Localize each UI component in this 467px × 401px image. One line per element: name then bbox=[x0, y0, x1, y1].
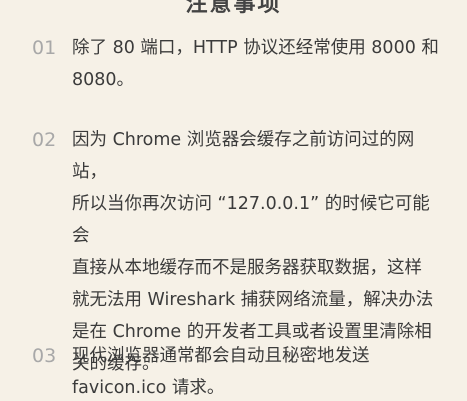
note-text: 现代浏览器通常都会自动且秘密地发送 favicon.ico 请求。 bbox=[72, 346, 370, 398]
note-number: 03 bbox=[32, 345, 57, 367]
note-number: 01 bbox=[32, 37, 57, 59]
section-title: 注意事项 bbox=[185, 0, 282, 17]
note-text: 除了 80 端口，HTTP 协议还经常使用 8000 和 8080。 bbox=[72, 38, 439, 90]
note-item: 03 现代浏览器通常都会自动且秘密地发送 favicon.ico 请求。 bbox=[32, 340, 447, 401]
note-item: 01 除了 80 端口，HTTP 协议还经常使用 8000 和 8080。 bbox=[32, 32, 447, 96]
note-number: 02 bbox=[32, 129, 57, 151]
notes-page: 注意事项 01 除了 80 端口，HTTP 协议还经常使用 8000 和 808… bbox=[0, 0, 467, 401]
